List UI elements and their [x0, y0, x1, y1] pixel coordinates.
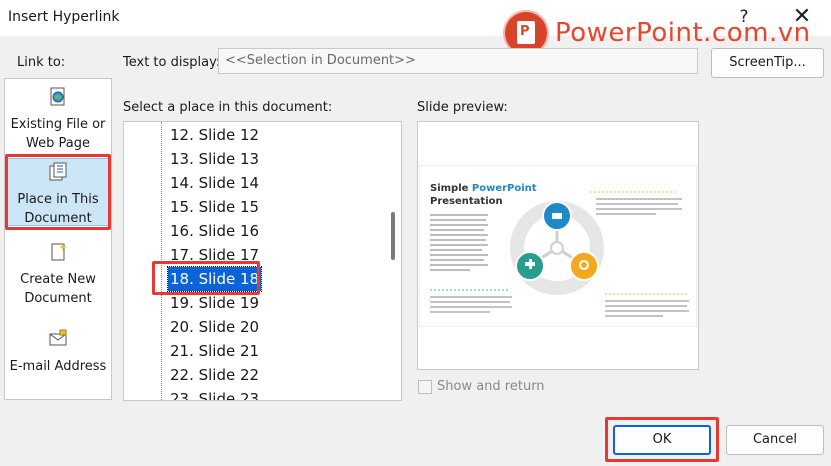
slide-title-accent: PowerPoint	[472, 183, 537, 194]
slide-graphic: Simple PowerPoint Presentation	[430, 183, 689, 317]
highlight-ok-button	[605, 417, 719, 462]
link-to-label: Link to:	[17, 55, 66, 70]
slide-item-12[interactable]: 12. Slide 12	[168, 123, 261, 147]
slide-item-13[interactable]: 13. Slide 13	[168, 147, 261, 171]
slide-preview-label: Slide preview:	[417, 100, 508, 115]
slide-item-14[interactable]: 14. Slide 14	[168, 171, 261, 195]
link-to-bar: Existing File or Web Page Place in This …	[4, 78, 112, 400]
link-existing-file[interactable]: Existing File or Web Page	[5, 87, 111, 153]
slide-item-22[interactable]: 22. Slide 22	[168, 363, 261, 387]
link-email-address[interactable]: E-mail Address	[5, 329, 111, 376]
svg-text:Simple PowerPoint: Simple PowerPoint	[430, 183, 537, 194]
slide-preview: Simple PowerPoint Presentation	[417, 121, 699, 370]
screentip-button[interactable]: ScreenTip...	[711, 48, 824, 78]
highlight-place-in-document	[5, 154, 111, 230]
slide-title-2: Presentation	[430, 196, 503, 207]
highlight-slide-18	[152, 261, 260, 295]
show-and-return-option[interactable]: Show and return	[418, 379, 545, 394]
email-icon	[49, 329, 67, 346]
show-and-return-checkbox[interactable]	[418, 379, 432, 394]
link-create-line2: Document	[24, 291, 92, 306]
link-existing-file-line1: Existing File or	[10, 117, 106, 132]
link-existing-file-line2: Web Page	[26, 136, 90, 151]
show-and-return-label: Show and return	[437, 379, 545, 394]
globe-file-icon	[50, 87, 65, 106]
cancel-button[interactable]: Cancel	[726, 425, 824, 455]
place-list-label: Select a place in this document:	[123, 100, 333, 115]
watermark-text: PowerPoint.com.vn	[555, 18, 811, 48]
link-create-new-document[interactable]: Create New Document	[5, 242, 111, 308]
dialog-title: Insert Hyperlink	[8, 9, 120, 25]
slide-item-21[interactable]: 21. Slide 21	[168, 339, 261, 363]
slide-thumbnail: Simple PowerPoint Presentation	[420, 166, 696, 326]
slide-item-15[interactable]: 15. Slide 15	[168, 195, 261, 219]
new-document-icon	[51, 243, 67, 261]
slide-item-20[interactable]: 20. Slide 20	[168, 315, 261, 339]
slide-item-23[interactable]: 23. Slide 23	[168, 387, 261, 400]
place-list-scrollbar[interactable]	[384, 122, 401, 400]
slide-title-1: Simple	[430, 183, 469, 194]
link-create-line1: Create New	[20, 272, 96, 287]
text-to-display-input[interactable]: <<Selection in Document>>	[218, 48, 698, 74]
scrollbar-thumb[interactable]	[391, 212, 395, 260]
link-email-line1: E-mail Address	[9, 359, 107, 374]
slide-item-16[interactable]: 16. Slide 16	[168, 219, 261, 243]
text-to-display-label: Text to display:	[123, 55, 221, 70]
